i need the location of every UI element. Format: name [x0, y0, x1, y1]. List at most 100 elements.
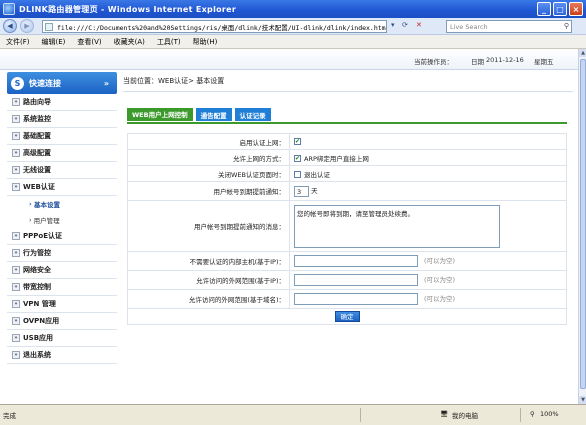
tab-underline: [127, 122, 567, 124]
stop-icon[interactable]: ✕: [416, 21, 422, 29]
notify-days-input[interactable]: 3: [294, 185, 309, 197]
forward-button[interactable]: ▶: [20, 19, 34, 33]
maximize-button[interactable]: □: [553, 2, 567, 16]
minimize-button[interactable]: _: [537, 2, 551, 16]
menu-edit[interactable]: 编辑(E): [42, 37, 66, 47]
sidebar-item-label: 无线设置: [23, 166, 51, 174]
arp-bind-checkbox[interactable]: ✔: [294, 155, 301, 162]
tab-notice-config[interactable]: 通告配置: [195, 108, 232, 121]
info-bar: 当前操作员： 日期 2011-12-16 星期五: [0, 49, 578, 70]
sidebar-item-label: USB应用: [23, 334, 54, 342]
sidebar-subitem-label: 基本设置: [33, 201, 60, 209]
weekday-value: 星期五: [534, 58, 554, 66]
sidebar-item-router-wizard[interactable]: » 路由向导: [7, 94, 117, 111]
form-actions: 确定: [127, 308, 567, 325]
sidebar-item-logout[interactable]: » 退出系统: [7, 347, 117, 364]
search-placeholder: Live Search: [450, 22, 488, 31]
menu-tools[interactable]: 工具(T): [157, 37, 181, 47]
expand-icon: »: [12, 334, 20, 342]
sidebar-item-label: 高级配置: [23, 149, 51, 157]
divider: [123, 91, 573, 92]
expand-icon: »: [12, 183, 20, 191]
no-auth-hosts-label: 不需要认证的内部主机(基于IP)：: [127, 251, 290, 271]
allowed-domain-input[interactable]: [294, 293, 418, 305]
page-icon: [45, 23, 53, 31]
sidebar-item-system-monitor[interactable]: » 系统监控: [7, 111, 117, 128]
notify-msg-label: 用户帐号到期提前通知的消息：: [127, 200, 290, 252]
notify-days-label: 用户帐号到期提前通知：: [127, 181, 290, 201]
sidebar-item-label: OVPN应用: [23, 317, 60, 325]
scroll-thumb[interactable]: [580, 59, 586, 389]
no-auth-hosts-input[interactable]: [294, 255, 418, 267]
menu-file[interactable]: 文件(F): [6, 37, 30, 47]
expand-icon: »: [12, 300, 20, 308]
sidebar-item-bandwidth[interactable]: » 带宽控制: [7, 279, 117, 296]
menu-help[interactable]: 帮助(H): [193, 37, 218, 47]
zoom-icon[interactable]: ⚲: [530, 410, 535, 418]
collapse-icon[interactable]: »: [104, 79, 109, 88]
logout-checkbox[interactable]: [294, 171, 301, 178]
search-input[interactable]: Live Search ⚲: [446, 20, 572, 33]
close-button[interactable]: ×: [569, 2, 583, 16]
close-page-label: 关闭WEB认证页面时：: [127, 165, 290, 182]
menu-bar: 文件(F) 编辑(E) 查看(V) 收藏夹(A) 工具(T) 帮助(H): [0, 35, 586, 49]
url-field[interactable]: file:///C:/Documents%20and%20Settings/ri…: [42, 20, 387, 33]
enable-auth-label: 启用认证上网：: [127, 133, 290, 150]
sidebar-item-vpn[interactable]: » VPN 管理: [7, 296, 117, 313]
tab-auth-records[interactable]: 认证记录: [234, 108, 271, 121]
allowed-ip-input[interactable]: [294, 274, 418, 286]
zoom-level[interactable]: 100%: [540, 410, 559, 418]
sidebar-item-label: 退出系统: [23, 351, 51, 359]
date-value: 2011-12-16: [486, 56, 524, 64]
url-text: file:///C:/Documents%20and%20Settings/ri…: [57, 23, 387, 32]
sidebar-item-advanced-config[interactable]: » 高级配置: [7, 145, 117, 162]
sidebar-subitem-basic-settings[interactable]: › 基本设置: [7, 196, 117, 212]
sidebar-item-usb[interactable]: » USB应用: [7, 330, 117, 347]
tab-web-user-control[interactable]: WEB用户上网控制: [127, 108, 193, 121]
sidebar-item-basic-config[interactable]: » 基础配置: [7, 128, 117, 145]
vertical-scrollbar[interactable]: ▲ ▼: [578, 49, 586, 404]
form-value: (可以为空): [289, 289, 567, 309]
expand-icon: »: [12, 149, 20, 157]
expand-icon: »: [12, 317, 20, 325]
menu-favorites[interactable]: 收藏夹(A): [114, 37, 145, 47]
expand-icon: »: [12, 232, 20, 240]
expand-icon: »: [12, 98, 20, 106]
form-row: 用户帐号到期提前通知的消息： 您的帐号即将到期，请至管理员处续费。: [127, 200, 567, 252]
back-button[interactable]: ◀: [3, 19, 17, 33]
days-unit: 天: [311, 187, 318, 196]
sidebar-item-label: PPPoE认证: [23, 232, 62, 240]
notify-msg-textarea[interactable]: 您的帐号即将到期，请至管理员处续费。: [294, 204, 500, 248]
method-label: 允许上网的方式：: [127, 149, 290, 166]
form-value: ✔ ARP绑定用户直接上网: [289, 149, 567, 166]
ie-icon: [3, 3, 15, 15]
sidebar-item-label: 基础配置: [23, 132, 51, 140]
form-value: 退出认证: [289, 165, 567, 182]
sidebar-item-behavior-control[interactable]: » 行为管控: [7, 245, 117, 262]
sidebar-item-web-auth[interactable]: » WEB认证: [7, 179, 117, 196]
form-row: 启用认证上网： ✔: [127, 133, 567, 150]
form-row: 关闭WEB认证页面时： 退出认证: [127, 165, 567, 182]
sidebar-item-pppoe[interactable]: » PPPoE认证: [7, 228, 117, 245]
window-title-bar: DLINK路由器管理页 - Windows Internet Explorer …: [0, 0, 586, 18]
dropdown-icon[interactable]: ▾: [391, 21, 395, 29]
breadcrumb: 当前位置：WEB认证> 基本设置: [123, 77, 225, 85]
sidebar-item-wireless[interactable]: » 无线设置: [7, 162, 117, 179]
sidebar: S 快速连接 » » 路由向导 » 系统监控 » 基础配置 » 高级配置 » 无线设置 »…: [7, 72, 117, 402]
sidebar-item-label: 网络安全: [23, 266, 51, 274]
refresh-icon[interactable]: ⟳: [402, 21, 408, 29]
sidebar-subitem-user-management[interactable]: › 用户管理: [7, 212, 117, 228]
tab-bar: WEB用户上网控制 通告配置 认证记录: [127, 108, 271, 121]
search-icon[interactable]: ⚲: [564, 22, 569, 30]
sidebar-item-label: WEB认证: [23, 183, 55, 191]
empty-hint: (可以为空): [424, 295, 456, 303]
enable-auth-checkbox[interactable]: ✔: [294, 138, 301, 145]
form-row: 允许访问的外网范围(基于IP)： (可以为空): [127, 270, 567, 290]
sidebar-item-network-security[interactable]: » 网络安全: [7, 262, 117, 279]
menu-view[interactable]: 查看(V): [77, 37, 101, 47]
scroll-down-icon[interactable]: ▼: [579, 396, 586, 404]
confirm-button[interactable]: 确定: [334, 311, 360, 322]
sidebar-item-ovpn[interactable]: » OVPN应用: [7, 313, 117, 330]
expand-icon: »: [12, 166, 20, 174]
scroll-up-icon[interactable]: ▲: [579, 49, 586, 57]
